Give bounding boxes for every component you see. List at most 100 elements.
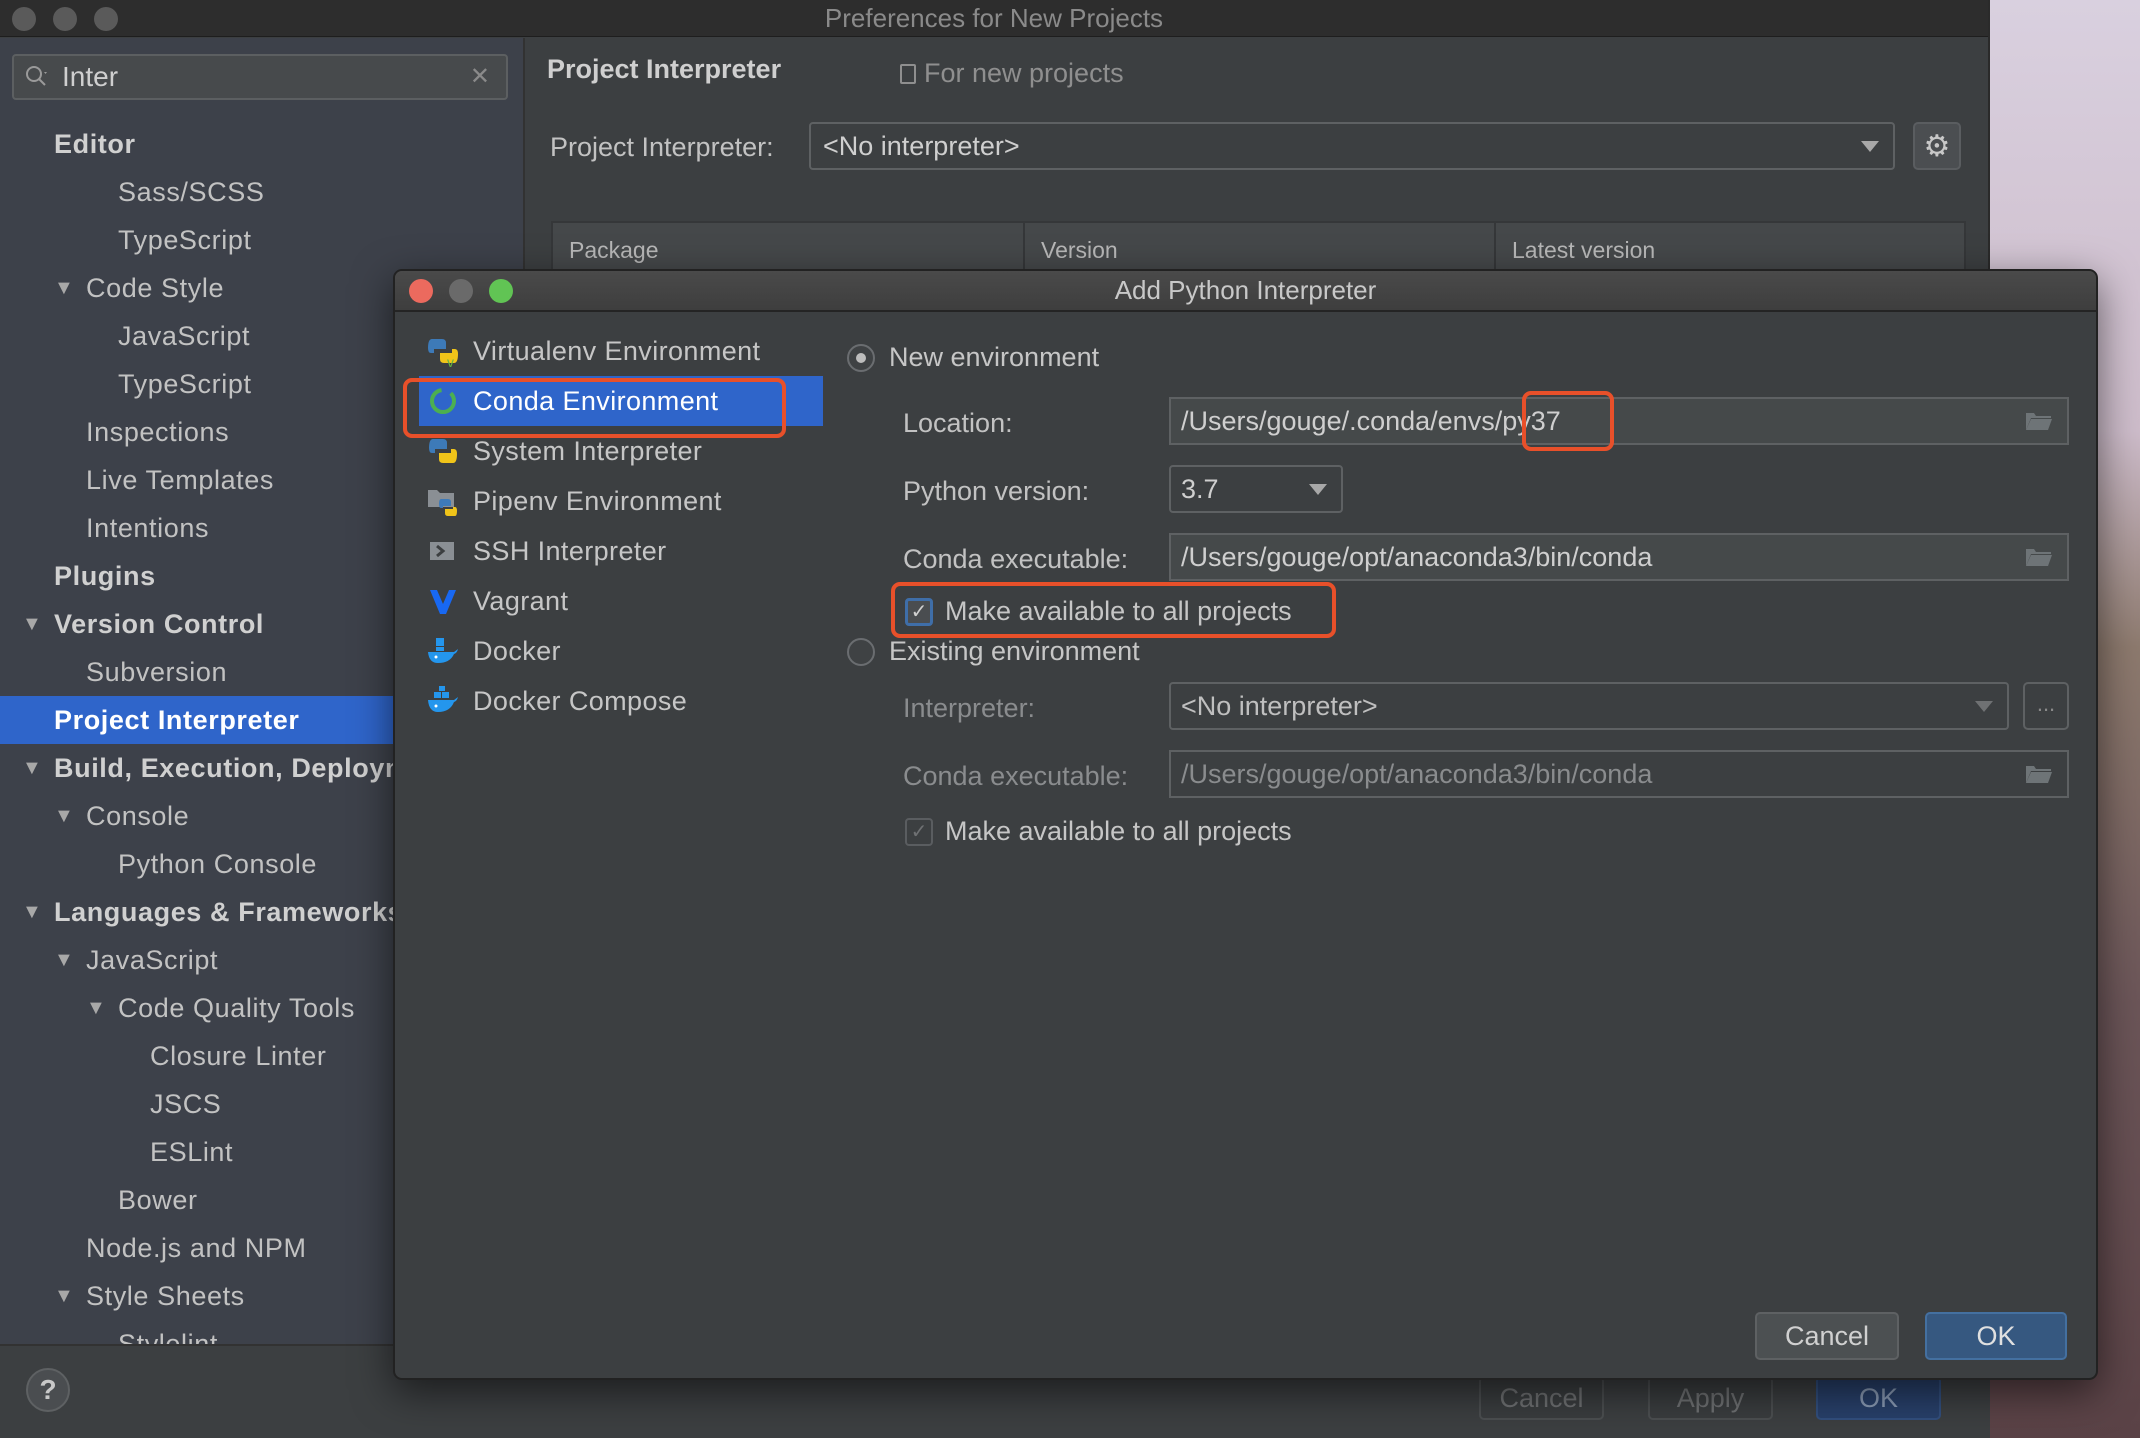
expand-arrow-icon[interactable]: ▼ bbox=[54, 264, 74, 312]
env-type-virtualenv-environment[interactable]: v Virtualenv Environment bbox=[409, 326, 823, 376]
project-interpreter-value: <No interpreter> bbox=[823, 131, 1020, 161]
environment-form: New environment Location: /Users/gouge/.… bbox=[847, 312, 2096, 1378]
env-type-docker[interactable]: Docker bbox=[409, 626, 823, 676]
dialog-minimize-button[interactable] bbox=[449, 279, 473, 303]
environment-type-list: v Virtualenv Environment Conda Environment… bbox=[409, 326, 823, 726]
existing-interpreter-dropdown[interactable]: <No interpreter> bbox=[1169, 682, 2009, 730]
help-button[interactable]: ? bbox=[26, 1368, 70, 1412]
add-python-interpreter-dialog: Add Python Interpreter v Virtualenv Envir… bbox=[393, 269, 2098, 1380]
env-type-ssh-interpreter[interactable]: SSH Interpreter bbox=[409, 526, 823, 576]
clear-search-icon[interactable]: ✕ bbox=[470, 62, 490, 91]
dialog-cancel-button[interactable]: Cancel bbox=[1755, 1312, 1899, 1360]
dialog-zoom-button[interactable] bbox=[489, 279, 513, 303]
existing-make-available-checkbox[interactable]: ✓ bbox=[905, 817, 933, 846]
existing-make-available-row[interactable]: ✓ Make available to all projects bbox=[905, 816, 1292, 847]
preferences-cancel-button[interactable]: Cancel bbox=[1479, 1376, 1604, 1420]
python-version-dropdown[interactable]: 3.7 bbox=[1169, 465, 1343, 513]
conda-icon bbox=[427, 385, 459, 417]
gear-icon: ⚙ bbox=[1923, 129, 1951, 163]
expand-arrow-icon[interactable]: ▼ bbox=[54, 936, 74, 984]
expand-arrow-icon[interactable]: ▼ bbox=[86, 984, 106, 1032]
expand-arrow-icon[interactable]: ▼ bbox=[54, 1272, 74, 1320]
expand-arrow-icon[interactable]: ▼ bbox=[22, 888, 42, 936]
sidebar-item-typescript[interactable]: TypeScript bbox=[0, 216, 523, 264]
folder-icon[interactable] bbox=[2025, 411, 2053, 431]
preferences-titlebar: Preferences for New Projects bbox=[0, 0, 1988, 37]
svg-text:v: v bbox=[447, 354, 454, 367]
sidebar-item-label: Languages & Frameworks bbox=[54, 897, 404, 927]
existing-interpreter-value: <No interpreter> bbox=[1181, 691, 1378, 721]
expand-arrow-icon[interactable]: ▼ bbox=[54, 792, 74, 840]
env-type-pipenv-environment[interactable]: Pipenv Environment bbox=[409, 476, 823, 526]
pipenv-folder-icon bbox=[427, 485, 459, 517]
sidebar-item-label: ESLint bbox=[150, 1137, 234, 1167]
scope-note: For new projects bbox=[900, 58, 1124, 89]
new-environment-radio[interactable]: New environment bbox=[847, 342, 1099, 373]
page-title: Project Interpreter bbox=[547, 54, 782, 84]
folder-icon[interactable] bbox=[2025, 764, 2053, 784]
sidebar-item-label: Inspections bbox=[86, 417, 230, 447]
preferences-ok-button[interactable]: OK bbox=[1816, 1376, 1941, 1420]
settings-search[interactable]: ✕ bbox=[12, 54, 508, 100]
radio-unselected-icon bbox=[847, 637, 875, 666]
env-type-vagrant[interactable]: Vagrant bbox=[409, 576, 823, 626]
dialog-close-button[interactable] bbox=[409, 279, 433, 303]
sidebar-item-editor[interactable]: Editor bbox=[0, 120, 523, 168]
make-available-checkbox[interactable]: ✓ bbox=[905, 597, 933, 626]
window-title: Preferences for New Projects bbox=[824, 2, 1164, 33]
existing-environment-radio[interactable]: Existing environment bbox=[847, 636, 1140, 667]
env-type-system-interpreter[interactable]: System Interpreter bbox=[409, 426, 823, 476]
minimize-window-button[interactable] bbox=[53, 7, 77, 31]
project-interpreter-dropdown[interactable]: <No interpreter> bbox=[809, 122, 1895, 170]
conda-executable-field[interactable]: /Users/gouge/opt/anaconda3/bin/conda bbox=[1169, 533, 2069, 581]
zoom-window-button[interactable] bbox=[94, 7, 118, 31]
python-virtualenv-icon: v bbox=[427, 335, 459, 367]
close-window-button[interactable] bbox=[12, 7, 36, 31]
preferences-apply-button[interactable]: Apply bbox=[1648, 1376, 1773, 1420]
sidebar-item-label: TypeScript bbox=[118, 369, 252, 399]
expand-arrow-icon[interactable]: ▼ bbox=[22, 744, 42, 792]
ssh-terminal-icon bbox=[427, 535, 459, 567]
sidebar-item-label: Node.js and NPM bbox=[86, 1233, 307, 1263]
sidebar-item-label: Plugins bbox=[54, 561, 156, 591]
sidebar-item-sass-scss[interactable]: Sass/SCSS bbox=[0, 168, 523, 216]
sidebar-item-label: Python Console bbox=[118, 849, 318, 879]
radio-selected-icon bbox=[847, 343, 875, 372]
location-field[interactable]: /Users/gouge/.conda/envs/py37 bbox=[1169, 397, 2069, 445]
existing-make-available-label: Make available to all projects bbox=[945, 816, 1292, 846]
sidebar-item-label: Code Style bbox=[86, 273, 225, 303]
env-type-label: Vagrant bbox=[473, 585, 569, 616]
docker-compose-icon bbox=[427, 685, 459, 717]
expand-arrow-icon[interactable]: ▼ bbox=[22, 600, 42, 648]
dialog-title: Add Python Interpreter bbox=[1114, 275, 1377, 305]
window-controls bbox=[12, 7, 118, 31]
location-label: Location: bbox=[903, 408, 1013, 438]
dialog-ok-button[interactable]: OK bbox=[1925, 1312, 2067, 1360]
location-env-name: py37 bbox=[1502, 406, 1561, 436]
sidebar-item-label: TypeScript bbox=[118, 225, 252, 255]
search-icon bbox=[24, 62, 54, 92]
interpreter-settings-button[interactable]: ⚙ bbox=[1913, 122, 1961, 170]
env-type-label: Docker bbox=[473, 635, 561, 666]
make-available-checkbox-row[interactable]: ✓ Make available to all projects bbox=[905, 596, 1292, 627]
existing-conda-executable-value: /Users/gouge/opt/anaconda3/bin/conda bbox=[1181, 759, 1653, 789]
sidebar-item-label: Intentions bbox=[86, 513, 210, 543]
folder-icon[interactable] bbox=[2025, 547, 2053, 567]
existing-conda-executable-field[interactable]: /Users/gouge/opt/anaconda3/bin/conda bbox=[1169, 750, 2069, 798]
dialog-titlebar: Add Python Interpreter bbox=[395, 271, 2096, 312]
env-type-label: Conda Environment bbox=[473, 385, 719, 416]
python-version-label: Python version: bbox=[903, 476, 1090, 506]
env-type-label: System Interpreter bbox=[473, 435, 703, 466]
browse-interpreter-button[interactable]: ... bbox=[2023, 682, 2069, 730]
env-type-conda-environment[interactable]: Conda Environment bbox=[419, 376, 823, 426]
sidebar-item-label: Sass/SCSS bbox=[118, 177, 265, 207]
python-icon bbox=[427, 435, 459, 467]
sidebar-item-label: Version Control bbox=[54, 609, 265, 639]
env-type-docker-compose[interactable]: Docker Compose bbox=[409, 676, 823, 726]
sidebar-item-label: Editor bbox=[54, 129, 136, 159]
python-version-value: 3.7 bbox=[1181, 474, 1219, 504]
dialog-window-controls bbox=[409, 279, 513, 303]
search-input[interactable] bbox=[62, 61, 462, 93]
sidebar-item-label: Console bbox=[86, 801, 190, 831]
sidebar-item-label: Project Interpreter bbox=[54, 705, 300, 735]
